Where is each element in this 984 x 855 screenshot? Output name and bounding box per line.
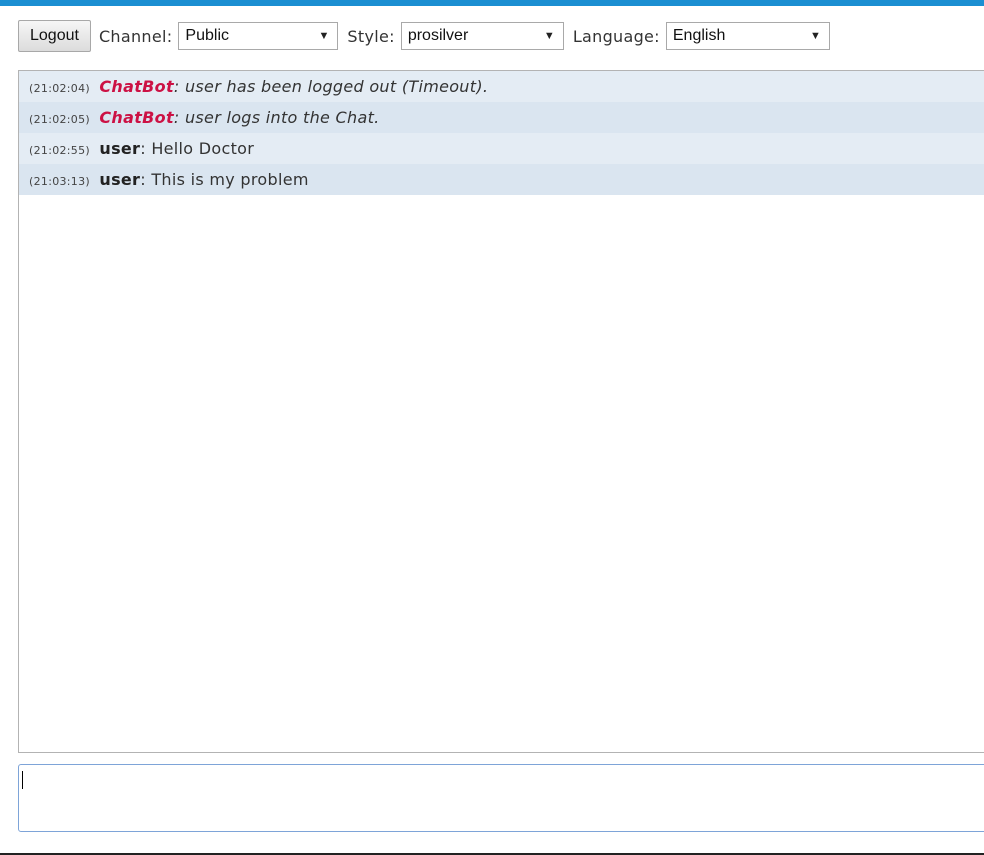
message-timestamp: (21:02:05) bbox=[29, 113, 90, 126]
channel-label: Channel: bbox=[98, 26, 173, 46]
message-author[interactable]: user bbox=[99, 139, 140, 158]
text-caret bbox=[22, 771, 23, 789]
channel-select-value: Public bbox=[185, 27, 229, 44]
chat-log[interactable]: (21:02:04) ChatBot: user has been logged… bbox=[18, 70, 984, 753]
chevron-down-icon: ▼ bbox=[809, 30, 821, 42]
chat-message: (21:02:04) ChatBot: user has been logged… bbox=[19, 71, 984, 102]
chat-toolbar: Logout Channel: Public ▼ Style: prosilve… bbox=[18, 18, 839, 54]
message-timestamp: (21:02:55) bbox=[29, 144, 90, 157]
chat-message: (21:02:55) user: Hello Doctor bbox=[19, 133, 984, 164]
message-text: Hello Doctor bbox=[151, 139, 255, 158]
top-accent-bar bbox=[0, 0, 984, 6]
logout-button[interactable]: Logout bbox=[18, 20, 91, 52]
chat-message: (21:03:13) user: This is my problem bbox=[19, 164, 984, 195]
chevron-down-icon: ▼ bbox=[543, 30, 555, 42]
language-select-value: English bbox=[672, 27, 726, 44]
style-select-value: prosilver bbox=[407, 27, 469, 44]
message-author[interactable]: ChatBot bbox=[99, 77, 174, 96]
message-separator: : bbox=[173, 108, 185, 127]
language-label: Language: bbox=[572, 26, 660, 46]
message-text: This is my problem bbox=[151, 170, 309, 189]
message-author[interactable]: user bbox=[99, 170, 140, 189]
message-separator: : bbox=[140, 170, 152, 189]
language-select[interactable]: English ▼ bbox=[665, 22, 830, 50]
message-text: user logs into the Chat. bbox=[184, 108, 380, 127]
channel-select[interactable]: Public ▼ bbox=[178, 22, 339, 50]
message-input[interactable] bbox=[18, 764, 984, 832]
message-separator: : bbox=[140, 139, 152, 158]
message-timestamp: (21:03:13) bbox=[29, 175, 90, 188]
message-separator: : bbox=[173, 77, 185, 96]
message-text: user has been logged out (Timeout). bbox=[184, 77, 489, 96]
chevron-down-icon: ▼ bbox=[318, 30, 330, 42]
chat-message: (21:02:05) ChatBot: user logs into the C… bbox=[19, 102, 984, 133]
message-timestamp: (21:02:04) bbox=[29, 82, 90, 95]
message-author[interactable]: ChatBot bbox=[99, 108, 174, 127]
style-select[interactable]: prosilver ▼ bbox=[400, 22, 564, 50]
style-label: Style: bbox=[347, 26, 395, 46]
